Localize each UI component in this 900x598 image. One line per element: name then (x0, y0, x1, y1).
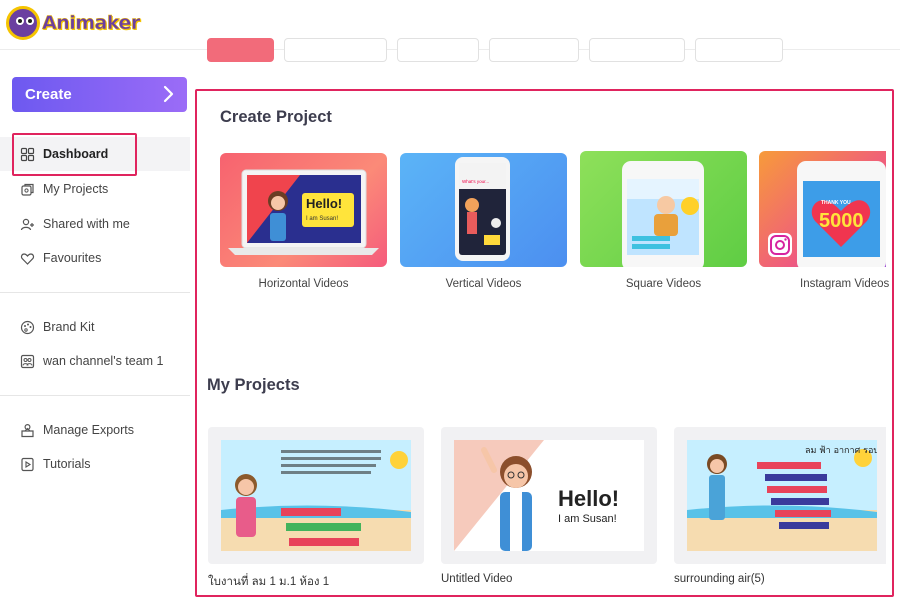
project-label: Untitled Video (441, 573, 513, 585)
grid-icon (20, 147, 35, 162)
horizontal-thumb-title: Hello! (306, 196, 342, 211)
sidebar-divider (0, 292, 190, 293)
heart-icon (20, 251, 35, 266)
palette-icon (20, 320, 35, 335)
phone-square-thumbnail (622, 161, 704, 267)
project-thumbnail (221, 440, 411, 551)
phone-vertical-thumbnail: What's your... (455, 157, 510, 261)
phone-instagram-thumbnail: THANK YOU 5000 (768, 161, 886, 267)
sidebar-item-label: wan channel's team 1 (43, 354, 164, 368)
category-chips (207, 38, 783, 64)
horizontal-thumb-sub: I am Susan! (306, 216, 338, 222)
category-chip[interactable] (397, 38, 479, 62)
project-thumbnail: Hello! I am Susan! (454, 440, 644, 551)
sidebar-item-manage-exports[interactable]: Manage Exports (0, 413, 190, 447)
instagram-thumb-text: 5000 (819, 210, 864, 232)
export-icon (20, 423, 35, 438)
square-videos-card[interactable] (580, 151, 747, 267)
create-button[interactable]: Create (12, 77, 187, 112)
sidebar-item-label: Dashboard (43, 147, 109, 161)
project-label: surrounding air(5) (674, 573, 765, 585)
instagram-videos-card[interactable]: THANK YOU 5000 (759, 151, 886, 267)
app-root: Animaker Create Dashboard My Projects Sh… (0, 0, 900, 598)
category-chip[interactable] (695, 38, 783, 62)
sidebar: Create Dashboard My Projects Shared with… (0, 50, 190, 598)
my-projects-title: My Projects (207, 376, 300, 394)
card-label-horizontal: Horizontal Videos (258, 278, 349, 290)
laptop-thumbnail: Hello! I am Susan! (228, 169, 379, 255)
category-chip[interactable] (589, 38, 685, 62)
category-chip[interactable] (284, 38, 387, 62)
animaker-logo-icon (6, 6, 40, 40)
team-icon (20, 354, 35, 369)
category-chip-active[interactable] (207, 38, 274, 62)
sidebar-item-team[interactable]: wan channel's team 1 (0, 344, 190, 378)
sidebar-item-brand-kit[interactable]: Brand Kit (0, 310, 190, 344)
sidebar-item-label: Tutorials (43, 457, 91, 471)
card-label-vertical: Vertical Videos (445, 278, 522, 290)
project-label: ใบงานที่ ลม 1 ม.1 ห้อง 1 (208, 576, 330, 588)
tutorials-icon (20, 457, 35, 472)
brand-logo[interactable]: Animaker (6, 6, 140, 40)
chevron-right-icon (163, 85, 174, 103)
project-thumb-title: ลม ฟ้า อากาศ รอบตัว (805, 445, 877, 456)
sidebar-item-label: Manage Exports (43, 423, 135, 437)
sidebar-item-tutorials[interactable]: Tutorials (0, 447, 190, 481)
project-card[interactable]: Hello! I am Susan! (441, 427, 657, 564)
projects-icon (20, 182, 35, 197)
horizontal-videos-card[interactable]: Hello! I am Susan! (220, 153, 387, 267)
card-label-instagram: Instagram Videos (800, 278, 890, 290)
sidebar-item-label: Brand Kit (43, 320, 95, 334)
sidebar-item-dashboard[interactable]: Dashboard (0, 137, 190, 171)
sidebar-item-label: My Projects (43, 182, 109, 196)
vertical-thumb-text: What's your... (462, 179, 489, 184)
create-project-title: Create Project (220, 108, 332, 126)
sidebar-divider (0, 395, 190, 396)
sidebar-item-my-projects[interactable]: My Projects (0, 172, 190, 206)
project-card[interactable]: ลม ฟ้า อากาศ รอบตัว (674, 427, 886, 564)
vertical-videos-card[interactable]: What's your... (400, 153, 567, 267)
project-thumbnail: ลม ฟ้า อากาศ รอบตัว (687, 440, 877, 551)
category-chip[interactable] (489, 38, 579, 62)
sidebar-item-favourites[interactable]: Favourites (0, 241, 190, 275)
sidebar-item-label: Favourites (43, 251, 102, 265)
create-button-label: Create (25, 86, 72, 103)
brand-name: Animaker (42, 12, 141, 35)
project-thumb-sub: I am Susan! (558, 513, 617, 525)
sidebar-item-label: Shared with me (43, 217, 130, 231)
project-card[interactable] (208, 427, 424, 564)
card-label-square: Square Videos (625, 278, 702, 290)
project-thumb-title: Hello! (558, 486, 619, 511)
sidebar-item-shared-with-me[interactable]: Shared with me (0, 207, 190, 241)
user-plus-icon (20, 217, 35, 232)
instagram-thumb-sub: THANK YOU (821, 200, 851, 206)
